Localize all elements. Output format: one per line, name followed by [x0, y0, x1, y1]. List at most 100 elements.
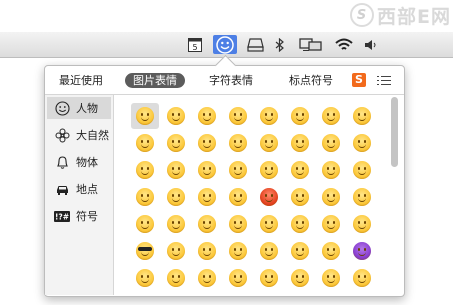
emoji-cell[interactable] — [317, 103, 345, 129]
emoji-face-icon — [167, 269, 185, 287]
wifi-icon[interactable] — [333, 35, 355, 54]
emoji-face-icon — [260, 242, 278, 260]
emoji-face-icon — [322, 242, 340, 260]
emoji-cell[interactable] — [348, 265, 376, 291]
emoji-cell[interactable] — [255, 103, 283, 129]
emoji-cell[interactable] — [255, 184, 283, 210]
emoji-cell[interactable] — [131, 130, 159, 156]
emoji-cell[interactable] — [348, 130, 376, 156]
emoji-cell[interactable] — [193, 103, 221, 129]
emoji-cell[interactable] — [162, 184, 190, 210]
emoji-cell[interactable] — [162, 103, 190, 129]
emoji-face-icon — [322, 161, 340, 179]
sidebar-item-symbols[interactable]: !?# 符号 — [47, 205, 111, 227]
tab-punctuation[interactable]: 标点符号 — [285, 73, 337, 88]
emoji-cell[interactable] — [131, 157, 159, 183]
bluetooth-icon[interactable] — [273, 35, 285, 54]
emoji-cell[interactable] — [317, 157, 345, 183]
sidebar-item-nature[interactable]: 大自然 — [47, 124, 111, 146]
symbols-icon: !?# — [54, 208, 70, 224]
emoji-cell[interactable] — [255, 211, 283, 237]
emoji-cell[interactable] — [224, 265, 252, 291]
sogou-logo-icon[interactable]: S — [352, 73, 366, 87]
emoji-cell[interactable] — [224, 103, 252, 129]
emoji-cell[interactable] — [348, 103, 376, 129]
tab-recent[interactable]: 最近使用 — [55, 73, 107, 88]
emoji-face-icon — [136, 134, 154, 152]
menu-list-icon[interactable] — [377, 75, 391, 86]
emoji-cell[interactable] — [317, 184, 345, 210]
emoji-face-icon[interactable] — [213, 35, 237, 54]
sidebar-item-label: 大自然 — [76, 129, 109, 142]
emoji-cell[interactable] — [131, 103, 159, 129]
emoji-cell[interactable] — [131, 265, 159, 291]
emoji-face-icon — [353, 215, 371, 233]
emoji-popup: 最近使用 图片表情 字符表情 标点符号 S 人物 大自然 物体 地点 !?# 符… — [44, 54, 405, 297]
emoji-cell[interactable] — [286, 211, 314, 237]
emoji-cell[interactable] — [286, 265, 314, 291]
sidebar-item-places[interactable]: 地点 — [47, 178, 111, 200]
displays-icon[interactable] — [298, 35, 324, 54]
emoji-face-icon — [167, 188, 185, 206]
emoji-cell[interactable] — [286, 103, 314, 129]
emoji-face-icon — [291, 107, 309, 125]
emoji-cell[interactable] — [255, 265, 283, 291]
emoji-cell[interactable] — [255, 130, 283, 156]
emoji-cell[interactable] — [286, 130, 314, 156]
emoji-cell[interactable] — [286, 157, 314, 183]
emoji-face-icon — [260, 161, 278, 179]
sidebar-item-objects[interactable]: 物体 — [47, 151, 111, 173]
emoji-cell[interactable] — [131, 238, 159, 264]
emoji-cell[interactable] — [131, 184, 159, 210]
emoji-face-icon — [229, 242, 247, 260]
emoji-face-icon — [136, 215, 154, 233]
emoji-cell[interactable] — [255, 157, 283, 183]
emoji-face-icon — [198, 269, 216, 287]
emoji-cell[interactable] — [193, 157, 221, 183]
emoji-face-icon — [291, 269, 309, 287]
emoji-face-icon — [198, 188, 216, 206]
emoji-cell[interactable] — [224, 211, 252, 237]
emoji-cell[interactable] — [348, 184, 376, 210]
emoji-face-icon — [322, 188, 340, 206]
emoji-cell[interactable] — [193, 184, 221, 210]
tab-character-emoticon[interactable]: 字符表情 — [205, 73, 257, 88]
emoji-cell[interactable] — [193, 238, 221, 264]
emoji-cell[interactable] — [193, 265, 221, 291]
volume-icon[interactable] — [363, 35, 379, 54]
emoji-cell[interactable] — [193, 211, 221, 237]
emoji-cell[interactable] — [224, 130, 252, 156]
sidebar-item-label: 符号 — [76, 210, 98, 223]
emoji-cell[interactable] — [317, 130, 345, 156]
calendar-icon[interactable]: 5 — [186, 35, 204, 54]
emoji-face-icon — [136, 269, 154, 287]
emoji-face-icon — [167, 161, 185, 179]
emoji-cell[interactable] — [255, 238, 283, 264]
emoji-cell[interactable] — [317, 265, 345, 291]
emoji-cell[interactable] — [162, 130, 190, 156]
emoji-cell[interactable] — [224, 238, 252, 264]
emoji-cell[interactable] — [317, 211, 345, 237]
scrollbar-thumb[interactable] — [391, 97, 398, 167]
emoji-cell[interactable] — [162, 211, 190, 237]
emoji-cell[interactable] — [317, 238, 345, 264]
emoji-cell[interactable] — [348, 157, 376, 183]
tab-image-emoji[interactable]: 图片表情 — [125, 73, 185, 88]
emoji-cell[interactable] — [224, 184, 252, 210]
emoji-face-icon — [353, 161, 371, 179]
emoji-cell[interactable] — [286, 184, 314, 210]
emoji-cell[interactable] — [131, 211, 159, 237]
emoji-grid — [131, 103, 381, 293]
emoji-cell[interactable] — [193, 130, 221, 156]
svg-text:5: 5 — [192, 43, 197, 52]
emoji-cell[interactable] — [286, 238, 314, 264]
emoji-cell[interactable] — [162, 265, 190, 291]
emoji-cell[interactable] — [162, 238, 190, 264]
emoji-face-icon — [198, 161, 216, 179]
sidebar-item-people[interactable]: 人物 — [47, 97, 111, 119]
emoji-cell[interactable] — [348, 211, 376, 237]
emoji-cell[interactable] — [162, 157, 190, 183]
emoji-cell[interactable] — [224, 157, 252, 183]
disk-utility-icon[interactable] — [245, 35, 265, 54]
emoji-cell[interactable] — [348, 238, 376, 264]
